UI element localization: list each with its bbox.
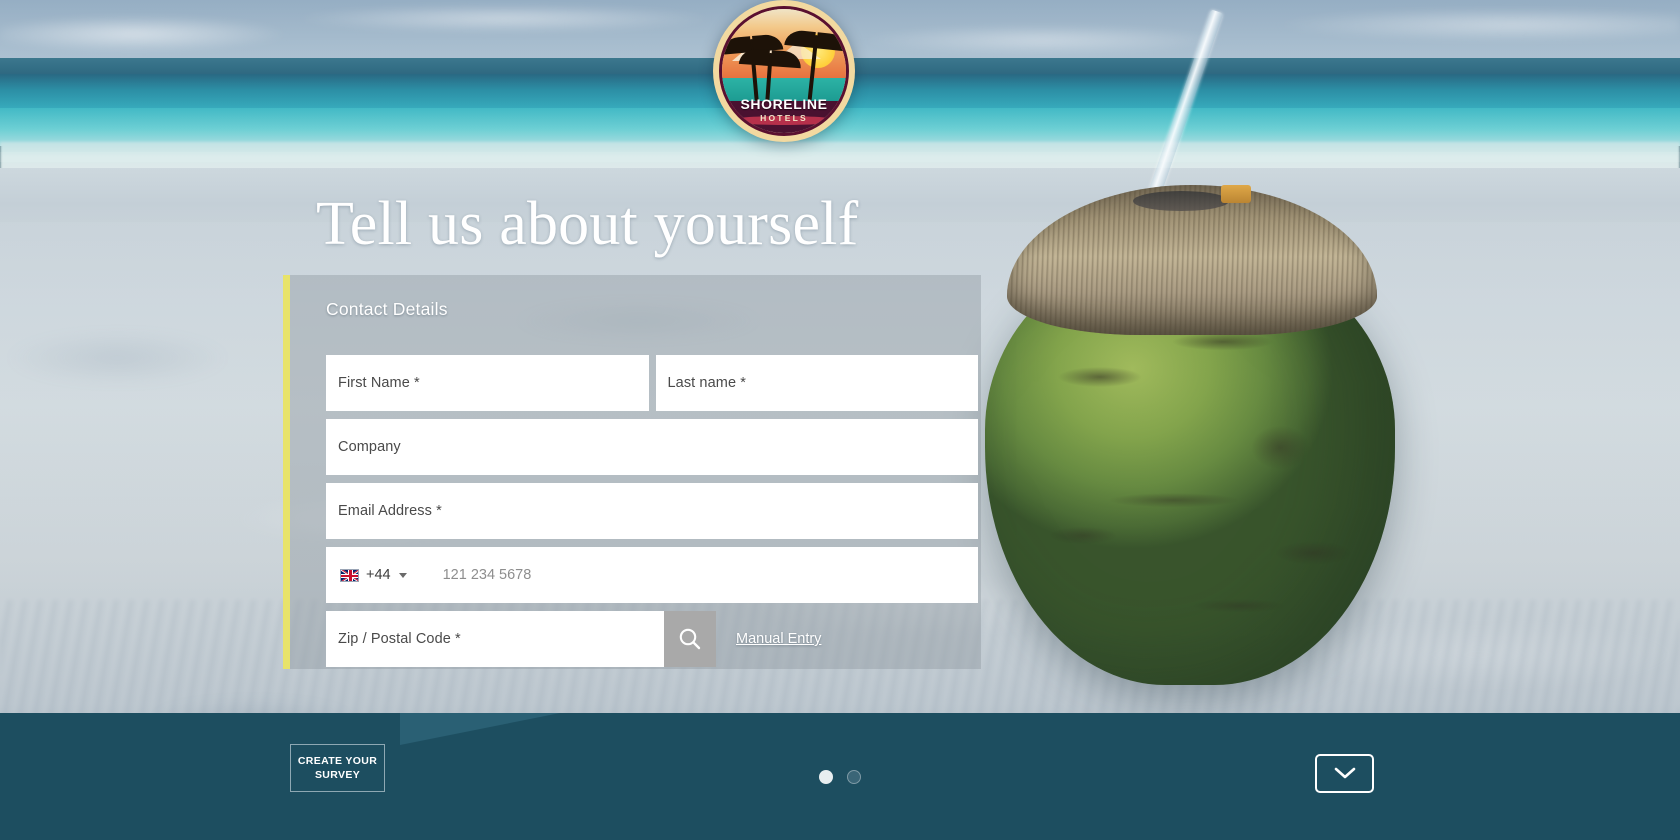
coconut-drink-image <box>985 9 1405 695</box>
footer-notch-shape <box>400 713 560 745</box>
create-your-survey-button[interactable]: CREATE YOUR SURVEY <box>290 744 385 792</box>
manual-entry-link[interactable]: Manual Entry <box>736 631 821 647</box>
company-label: Company <box>338 439 401 455</box>
shoreline-hotels-logo[interactable]: SHORELINE HOTELS <box>713 0 855 142</box>
coconut-cap <box>1133 191 1229 211</box>
last-name-input[interactable]: Last name * <box>655 355 978 411</box>
phone-field-row: +44 121 234 5678 <box>326 547 978 603</box>
chevron-down-icon[interactable] <box>398 572 407 578</box>
logo-brand-subtitle: HOTELS <box>760 113 808 124</box>
zip-postal-code-input[interactable]: Zip / Postal Code * <box>326 611 664 667</box>
phone-number-placeholder: 121 234 5678 <box>442 567 532 583</box>
name-field-row: First Name * Last name * <box>326 355 978 411</box>
chevron-down-icon <box>1334 767 1355 779</box>
email-label: Email Address * <box>338 503 442 519</box>
country-code-selector[interactable]: +44 <box>326 547 417 603</box>
contact-fields-group: First Name * Last name * Company Email A… <box>326 355 978 675</box>
coconut-tab <box>1221 185 1251 203</box>
uk-flag-icon <box>340 568 359 582</box>
contact-details-heading: Contact Details <box>326 299 448 319</box>
zip-postal-code-label: Zip / Postal Code * <box>338 631 461 647</box>
last-name-label: Last name * <box>667 375 746 391</box>
pagination-dot-2[interactable] <box>847 769 861 784</box>
phone-input[interactable]: +44 121 234 5678 <box>326 547 978 603</box>
email-field-row: Email Address * <box>326 483 978 539</box>
pagination-dots <box>819 769 861 784</box>
company-field-row: Company <box>326 419 978 475</box>
dial-code-label: +44 <box>366 567 391 583</box>
page-title: Tell us about yourself <box>316 190 859 258</box>
contact-details-panel: Contact Details First Name * Last name *… <box>283 275 981 669</box>
pagination-dot-1[interactable] <box>819 769 833 784</box>
zip-field-row: Zip / Postal Code * Manual Entry <box>326 611 978 667</box>
email-input[interactable]: Email Address * <box>326 483 978 539</box>
logo-inner-disc: SHORELINE HOTELS <box>719 6 849 136</box>
scroll-down-button[interactable] <box>1315 754 1374 793</box>
first-name-input[interactable]: First Name * <box>326 355 649 411</box>
logo-brand-name: SHORELINE <box>740 95 828 112</box>
footer-bar: CREATE YOUR SURVEY <box>0 713 1680 840</box>
company-input[interactable]: Company <box>326 419 978 475</box>
zip-search-button[interactable] <box>664 611 716 667</box>
page-stage: SHORELINE HOTELS Tell us about yourself … <box>0 0 1680 840</box>
search-icon <box>679 628 701 650</box>
first-name-label: First Name * <box>338 375 420 391</box>
